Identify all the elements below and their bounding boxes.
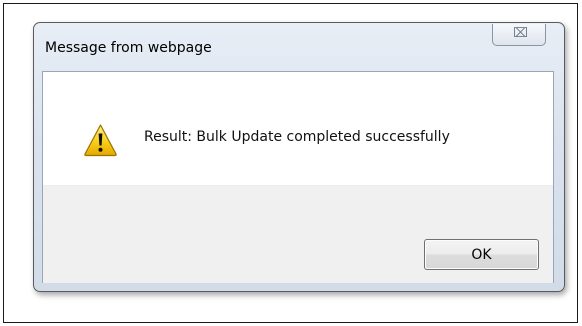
dialog-body: Result: Bulk Update completed successful…: [42, 71, 554, 283]
message-area: Result: Bulk Update completed successful…: [43, 72, 553, 185]
screenshot-frame: Message from webpage ⌧ Result: Bulk Upda…: [3, 3, 578, 323]
message-dialog: Message from webpage ⌧ Result: Bulk Upda…: [33, 22, 565, 292]
dialog-title: Message from webpage: [45, 40, 212, 56]
button-bar: OK: [43, 185, 553, 283]
close-icon: ⌧: [513, 26, 528, 41]
warning-icon: [84, 124, 117, 157]
close-button[interactable]: ⌧: [492, 24, 546, 46]
ok-button[interactable]: OK: [424, 239, 539, 270]
message-text: Result: Bulk Update completed successful…: [144, 129, 450, 145]
